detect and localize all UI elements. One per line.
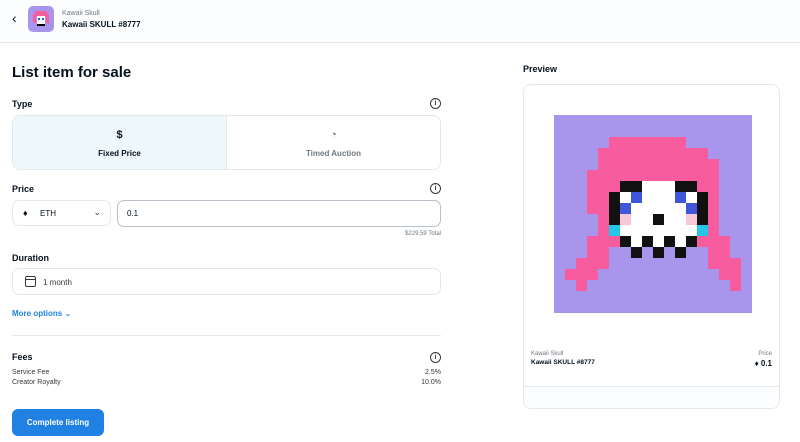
fees-info-icon[interactable]: i <box>430 352 441 363</box>
preview-price-value: 0.1 <box>760 359 772 368</box>
fee-row-royalty: Creator Royalty 10.0% <box>12 379 441 386</box>
chevron-down-icon: ⌄ <box>93 207 101 217</box>
item-name: Kawaii SKULL #8777 <box>62 20 141 29</box>
nft-artwork <box>554 115 752 313</box>
preview-price-label: Price <box>758 351 772 357</box>
listing-type-selector: $ Fixed Price ◔ Timed Auction <box>12 115 441 170</box>
ethereum-icon: ♦ <box>23 208 28 218</box>
duration-value: 1 month <box>43 278 72 287</box>
top-bar: ‹ Kawaii Skull Kawaii SKULL #8777 <box>0 0 800 43</box>
usd-total: $229.59 Total <box>405 231 441 237</box>
page-title: List item for sale <box>12 64 132 81</box>
currency-label: ETH <box>40 209 56 218</box>
timed-auction-option[interactable]: ◔ Timed Auction <box>227 116 440 169</box>
fees-label: Fees <box>12 352 33 362</box>
type-label: Type <box>12 99 33 109</box>
preview-card[interactable]: Kawaii Skull Kawaii SKULL #8777 Price ♦ … <box>523 84 780 409</box>
price-info-icon[interactable]: i <box>430 183 441 194</box>
chevron-left-icon[interactable]: ‹ <box>12 10 26 26</box>
timer-icon: ◔ <box>330 129 337 141</box>
preview-item-name: Kawaii SKULL #8777 <box>531 359 595 366</box>
price-label: Price <box>12 184 35 194</box>
preview-card-footer <box>524 386 779 408</box>
preview-price: ♦ 0.1 <box>755 359 772 368</box>
collection-name[interactable]: Kawaii Skull <box>62 10 100 17</box>
more-options-toggle[interactable]: More options ⌄ <box>12 309 71 318</box>
calendar-icon <box>25 276 36 287</box>
duration-select[interactable]: 1 month <box>12 268 441 295</box>
fixed-price-option[interactable]: $ Fixed Price <box>13 116 227 169</box>
more-options-label: More options <box>12 309 63 318</box>
price-input[interactable] <box>117 200 441 227</box>
timed-auction-label: Timed Auction <box>305 149 362 158</box>
preview-collection-name: Kawaii Skull <box>531 351 564 357</box>
fee-row-service: Service Fee 2.5% <box>12 369 441 376</box>
fee-name: Creator Royalty <box>12 379 61 386</box>
chevron-down-icon: ⌄ <box>64 309 72 318</box>
complete-listing-button[interactable]: Complete listing <box>12 409 104 436</box>
divider <box>12 335 441 336</box>
fixed-price-label: Fixed Price <box>98 149 141 158</box>
preview-title: Preview <box>523 64 558 74</box>
currency-select[interactable]: ♦ ETH ⌄ <box>12 200 111 226</box>
fee-value: 10.0% <box>421 379 441 386</box>
fee-name: Service Fee <box>12 369 50 376</box>
dollar-icon: $ <box>116 129 123 141</box>
item-thumbnail <box>28 6 54 32</box>
type-info-icon[interactable]: i <box>430 98 441 109</box>
fee-value: 2.5% <box>425 369 441 376</box>
duration-label: Duration <box>12 253 49 263</box>
